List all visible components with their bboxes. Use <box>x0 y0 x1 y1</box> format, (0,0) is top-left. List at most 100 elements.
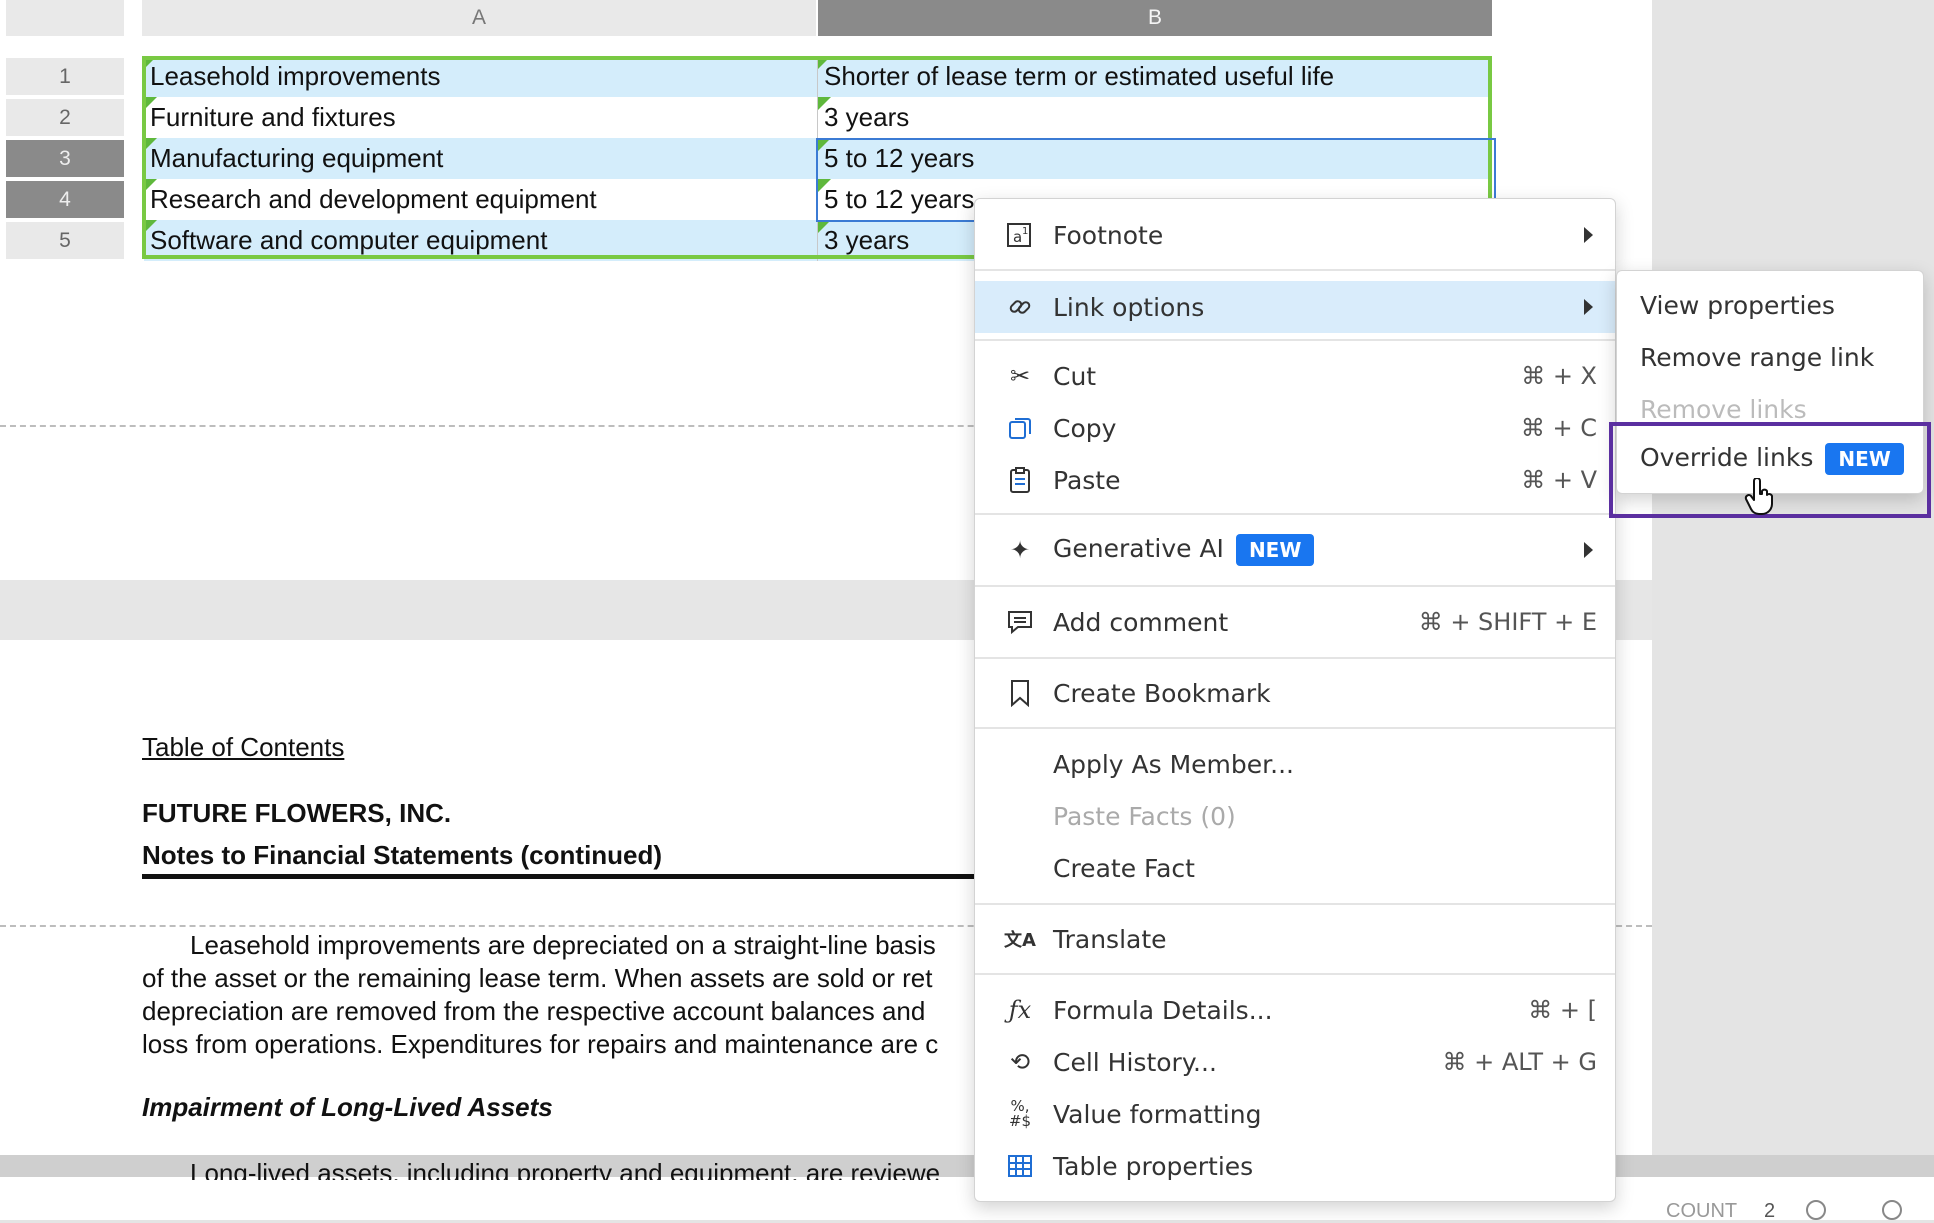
menu-label: Apply As Member... <box>1053 749 1294 779</box>
menu-label: Paste Facts (0) <box>1053 801 1236 831</box>
menu-item-footnote[interactable]: a1 Footnote <box>975 211 1615 259</box>
submenu-item-remove-range-link[interactable]: Remove range link <box>1640 343 1874 372</box>
cell-text: Furniture and fixtures <box>150 102 396 132</box>
column-header-corner[interactable] <box>6 0 124 36</box>
menu-label: Cut <box>1053 361 1097 391</box>
paragraph-line: Long-lived assets, including property an… <box>190 1158 941 1180</box>
company-name: FUTURE FLOWERS, INC. <box>142 798 452 828</box>
menu-label: Generative AI NEW <box>1053 534 1315 566</box>
menu-label: Create Bookmark <box>1053 678 1271 708</box>
menu-separator <box>975 269 1615 271</box>
cell-text: Manufacturing equipment <box>150 143 444 173</box>
history-icon: ⟲ <box>1009 1048 1031 1076</box>
menu-item-generative-ai[interactable]: ✦ Generative AI NEW <box>975 526 1615 574</box>
row-header-4[interactable]: 4 <box>6 181 124 218</box>
cell-text: Research and development equipment <box>150 184 597 214</box>
shortcut-text: ⌘ + V <box>1521 466 1597 494</box>
menu-separator <box>975 903 1615 905</box>
menu-item-create-bookmark[interactable]: Create Bookmark <box>975 669 1615 717</box>
table-cell[interactable]: Software and computer equipment <box>144 220 818 261</box>
menu-item-apply-as-member[interactable]: Apply As Member... <box>975 740 1615 788</box>
menu-item-create-fact[interactable]: Create Fact <box>975 844 1615 892</box>
value-format-icon: %, #$ <box>1008 1097 1032 1130</box>
menu-separator <box>975 657 1615 659</box>
heading-rule <box>142 874 1002 879</box>
menu-label: Formula Details... <box>1053 995 1273 1025</box>
menu-item-formula-details[interactable]: ƒx Formula Details... ⌘ + [ <box>975 986 1615 1034</box>
shortcut-text: ⌘ + ALT + G <box>1442 1048 1597 1076</box>
copy-icon <box>1003 411 1037 445</box>
menu-separator <box>975 973 1615 975</box>
row-header-1[interactable]: 1 <box>6 58 124 95</box>
cell-text: 5 to 12 years <box>824 184 975 214</box>
paragraph-line: depreciation are removed from the respec… <box>142 996 926 1026</box>
table-of-contents-link[interactable]: Table of Contents <box>142 732 344 763</box>
status-bar <box>0 1177 1934 1220</box>
menu-label: Footnote <box>1053 220 1164 250</box>
menu-label: Create Fact <box>1053 853 1195 883</box>
cell-text: 3 years <box>824 102 910 132</box>
menu-item-value-formatting[interactable]: %, #$ Value formatting <box>975 1090 1615 1138</box>
row-header-5[interactable]: 5 <box>6 222 124 259</box>
function-icon: ƒx <box>1008 996 1032 1024</box>
row-header-2[interactable]: 2 <box>6 99 124 136</box>
menu-separator <box>975 513 1615 515</box>
menu-label: Cell History... <box>1053 1047 1217 1077</box>
translate-icon: 文A <box>1004 930 1036 951</box>
menu-label: Add comment <box>1053 607 1229 637</box>
impairment-heading: Impairment of Long-Lived Assets <box>142 1092 553 1122</box>
paragraph-line: Leasehold improvements are depreciated o… <box>190 930 936 960</box>
table-cell[interactable]: Shorter of lease term or estimated usefu… <box>818 56 1490 97</box>
menu-label-text: Generative AI <box>1053 534 1224 563</box>
zoom-in-icon[interactable] <box>1882 1200 1902 1220</box>
cell-text: Shorter of lease term or estimated usefu… <box>824 61 1335 91</box>
menu-separator <box>975 339 1615 341</box>
menu-item-cut[interactable]: ✂ Cut ⌘ + X <box>975 352 1615 400</box>
column-header-a[interactable]: A <box>142 0 816 36</box>
shortcut-text: ⌘ + C <box>1520 414 1597 442</box>
clipboard-icon <box>1003 463 1037 497</box>
link-icon <box>1003 290 1037 324</box>
paragraph-line: loss from operations. Expenditures for r… <box>142 1029 939 1059</box>
cell-text: 3 years <box>824 225 910 255</box>
column-header-b[interactable]: B <box>818 0 1492 36</box>
sparkle-icon: ✦ <box>1009 536 1031 564</box>
zoom-out-icon[interactable] <box>1806 1200 1826 1220</box>
menu-item-link-options[interactable]: Link options <box>975 281 1615 333</box>
shortcut-text: ⌘ + SHIFT + E <box>1418 608 1597 636</box>
svg-text:1: 1 <box>1022 226 1028 237</box>
cell-text: Leasehold improvements <box>150 61 441 91</box>
menu-separator <box>975 727 1615 729</box>
menu-item-paste[interactable]: Paste ⌘ + V <box>975 456 1615 504</box>
menu-label: Paste <box>1053 465 1121 495</box>
row-header-3[interactable]: 3 <box>6 140 124 177</box>
submenu-item-remove-links: Remove links <box>1640 395 1807 424</box>
table-cell[interactable]: Furniture and fixtures <box>144 97 818 138</box>
shortcut-text: ⌘ + [ <box>1528 996 1597 1024</box>
menu-item-table-properties[interactable]: Table properties <box>975 1142 1615 1190</box>
menu-label: Value formatting <box>1053 1099 1262 1129</box>
menu-item-add-comment[interactable]: Add comment ⌘ + SHIFT + E <box>975 598 1615 646</box>
table-cell[interactable]: Research and development equipment <box>144 179 818 220</box>
menu-item-copy[interactable]: Copy ⌘ + C <box>975 404 1615 452</box>
submenu-arrow-icon <box>1584 227 1593 243</box>
paragraph-line: of the asset or the remaining lease term… <box>142 963 933 993</box>
table-icon <box>1003 1149 1037 1183</box>
table-cell[interactable]: Leasehold improvements <box>144 56 818 97</box>
menu-label: Translate <box>1053 924 1167 954</box>
menu-label: Link options <box>1053 292 1205 322</box>
table-cell[interactable]: Manufacturing equipment <box>144 138 818 179</box>
scissors-icon: ✂ <box>1009 362 1031 390</box>
shortcut-text: ⌘ + X <box>1521 362 1597 390</box>
menu-item-cell-history[interactable]: ⟲ Cell History... ⌘ + ALT + G <box>975 1038 1615 1086</box>
submenu-item-view-properties[interactable]: View properties <box>1640 291 1835 320</box>
table-cell[interactable]: 5 to 12 years <box>818 138 1490 179</box>
bookmark-icon <box>1003 676 1037 710</box>
menu-separator <box>975 585 1615 587</box>
context-menu: a1 Footnote Link options ✂ Cut ⌘ + X Cop… <box>974 198 1616 1202</box>
table-cell[interactable]: 3 years <box>818 97 1490 138</box>
menu-item-translate[interactable]: 文A Translate <box>975 915 1615 963</box>
svg-text:a: a <box>1013 228 1022 246</box>
cell-text: Software and computer equipment <box>150 225 548 255</box>
menu-item-paste-facts: Paste Facts (0) <box>975 792 1615 840</box>
